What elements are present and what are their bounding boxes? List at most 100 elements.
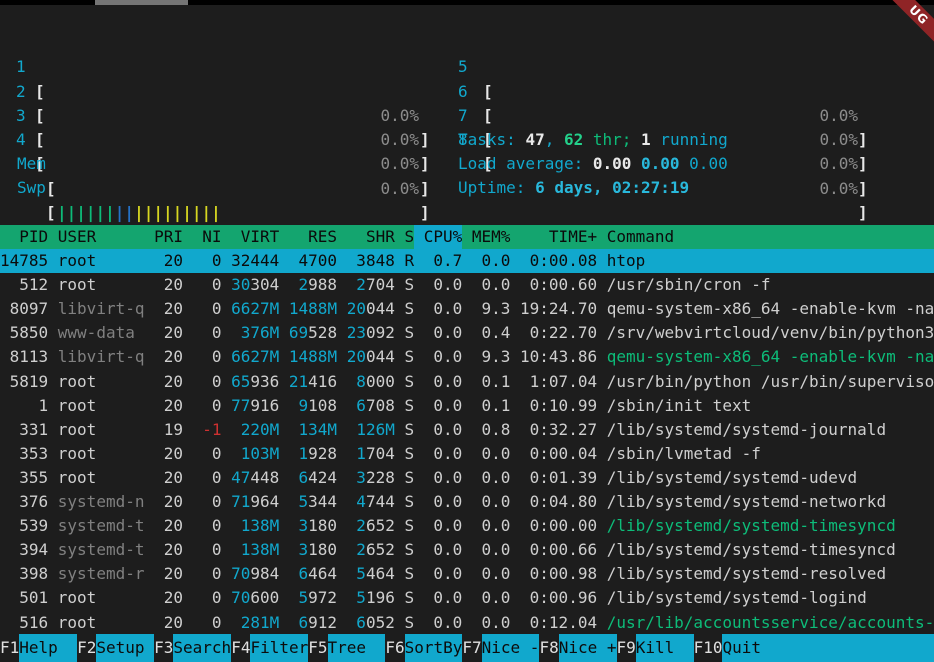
ni-value: 0 xyxy=(212,540,222,559)
shr-mb-part: 8 xyxy=(356,372,366,391)
time-cell: 1:07.04 xyxy=(520,370,597,394)
column-pid[interactable]: PID xyxy=(0,225,48,249)
ni-cell: 0 xyxy=(193,297,222,321)
process-row[interactable]: 331 root 19 -1 220M 134M 126M S 0.0 0.8 … xyxy=(0,418,934,442)
res-kb-part: 988 xyxy=(308,275,337,294)
meter-close-bracket: ] xyxy=(858,177,868,201)
mem-cell: 0.0 xyxy=(472,490,511,514)
process-row[interactable]: 398 systemd-r 20 0 70984 6464 5464 S 0.0… xyxy=(0,562,934,586)
ni-cell: 0 xyxy=(193,370,222,394)
htop-terminal-screen: UG 1 [ 0.0% ] 2 [ 0.0% ] 3 [ 0.0% ] xyxy=(0,0,934,662)
res-kb-part: 180 xyxy=(308,516,337,535)
user-cell: libvirt-q xyxy=(58,297,145,321)
mem-cell: 9.3 xyxy=(472,297,511,321)
fn-key[interactable]: F10 xyxy=(694,634,723,662)
mem-cell: 0.1 xyxy=(472,394,511,418)
column-time[interactable]: TIME+ xyxy=(520,225,597,249)
ni-cell: -1 xyxy=(193,418,222,442)
res-cell: 2988 xyxy=(289,273,337,297)
column-cpu-sort-active[interactable]: CPU% xyxy=(414,225,462,249)
process-row[interactable]: 376 systemd-n 20 0 71964 5344 4744 S 0.0… xyxy=(0,490,934,514)
fn-action[interactable]: Help xyxy=(19,634,77,662)
column-virt[interactable]: VIRT xyxy=(231,225,279,249)
column-shr[interactable]: SHR xyxy=(347,225,395,249)
ni-value: 0 xyxy=(212,372,222,391)
pri-cell: 20 xyxy=(154,586,183,610)
column-pri[interactable]: PRI xyxy=(154,225,183,249)
shr-kb-part: 848 xyxy=(366,251,395,270)
process-row[interactable]: 5850 www-data 20 0 376M 69528 23092 S 0.… xyxy=(0,321,934,345)
ni-value: 0 xyxy=(212,492,222,511)
virt-cell: 376M xyxy=(231,321,279,345)
process-row[interactable]: 8097 libvirt-q 20 0 6627M 1488M 20044 S … xyxy=(0,297,934,321)
state-cell: S xyxy=(404,611,414,635)
res-cell: 1488M xyxy=(289,345,337,369)
fn-action[interactable]: Tree xyxy=(328,634,386,662)
fn-action[interactable]: Nice + xyxy=(559,634,617,662)
virt-cell: 6627M xyxy=(231,297,279,321)
cpu-meter: 7 [ 0.0% ] xyxy=(0,80,934,104)
pid-cell: 8113 xyxy=(0,345,48,369)
shr-cell: 8000 xyxy=(347,370,395,394)
column-ni[interactable]: NI xyxy=(193,225,222,249)
shr-cell: 20044 xyxy=(347,345,395,369)
shr-kb-part: 052 xyxy=(366,613,395,632)
fn-key[interactable]: F6 xyxy=(385,634,404,662)
process-row[interactable]: 5819 root 20 0 65936 21416 8000 S 0.0 0.… xyxy=(0,370,934,394)
browser-tab[interactable] xyxy=(95,0,188,5)
process-row[interactable]: 539 systemd-t 20 0 138M 3180 2652 S 0.0 … xyxy=(0,514,934,538)
res-kb-part: 912 xyxy=(308,613,337,632)
process-row[interactable]: 1 root 20 0 77916 9108 6708 S 0.0 0.1 0:… xyxy=(0,394,934,418)
fn-action[interactable]: Search xyxy=(173,634,231,662)
load-5min: 0.00 xyxy=(641,154,680,173)
fn-key[interactable]: F2 xyxy=(77,634,96,662)
process-row[interactable]: 353 root 20 0 103M 1928 1704 S 0.0 0.0 0… xyxy=(0,442,934,466)
virt-mb-part: 30 xyxy=(231,275,250,294)
process-row[interactable]: 516 root 20 0 281M 6912 6052 S 0.0 0.0 0… xyxy=(0,611,934,635)
virt-cell: 30304 xyxy=(231,273,279,297)
cpu-meter: 6 [ 0.0% ] xyxy=(0,55,934,79)
state-cell: S xyxy=(404,345,414,369)
virt-mb-part: 47 xyxy=(231,468,250,487)
res-cell: 1928 xyxy=(289,442,337,466)
column-user[interactable]: USER xyxy=(58,225,145,249)
column-state[interactable]: S xyxy=(404,225,414,249)
fn-action[interactable]: Nice - xyxy=(482,634,540,662)
process-row[interactable]: 501 root 20 0 70600 5972 5196 S 0.0 0.0 … xyxy=(0,586,934,610)
pri-cell: 20 xyxy=(154,297,183,321)
fn-key[interactable]: F9 xyxy=(617,634,636,662)
fn-action[interactable]: Filter xyxy=(250,634,308,662)
user-cell: www-data xyxy=(58,321,145,345)
column-res[interactable]: RES xyxy=(289,225,337,249)
fn-key[interactable]: F1 xyxy=(0,634,19,662)
shr-mb-part: 126M xyxy=(356,420,395,439)
fn-action[interactable]: Kill xyxy=(636,634,694,662)
process-row[interactable]: 394 systemd-t 20 0 138M 3180 2652 S 0.0 … xyxy=(0,538,934,562)
state-cell: S xyxy=(404,321,414,345)
process-row[interactable]: 512 root 20 0 30304 2988 2704 S 0.0 0.0 … xyxy=(0,273,934,297)
fn-key[interactable]: F5 xyxy=(308,634,327,662)
column-mem[interactable]: MEM% xyxy=(472,225,511,249)
pri-cell: 20 xyxy=(154,562,183,586)
fn-action[interactable]: Quit xyxy=(722,634,934,662)
cpu-cell: 0.0 xyxy=(414,273,462,297)
virt-cell: 220M xyxy=(231,418,279,442)
cpu-cell: 0.0 xyxy=(414,586,462,610)
res-mb-part: 5 xyxy=(299,588,309,607)
fn-key[interactable]: F8 xyxy=(539,634,558,662)
fn-key[interactable]: F7 xyxy=(462,634,481,662)
process-row[interactable]: 355 root 20 0 47448 6424 3228 S 0.0 0.0 … xyxy=(0,466,934,490)
fn-action[interactable]: Setup xyxy=(96,634,154,662)
fn-key[interactable]: F4 xyxy=(231,634,250,662)
shr-mb-part: 20 xyxy=(347,299,366,318)
process-row[interactable]: 8113 libvirt-q 20 0 6627M 1488M 20044 S … xyxy=(0,345,934,369)
res-cell: 6464 xyxy=(289,562,337,586)
fn-action[interactable]: SortBy xyxy=(405,634,463,662)
pri-cell: 19 xyxy=(154,418,183,442)
cpu-cell: 0.0 xyxy=(414,514,462,538)
process-row[interactable]: 14785 root 20 0 32444 4700 3848 R 0.7 0.… xyxy=(0,249,934,273)
ni-value: 0 xyxy=(212,299,222,318)
column-command[interactable]: Command xyxy=(607,225,934,249)
fn-key[interactable]: F3 xyxy=(154,634,173,662)
meter-close-bracket: ] xyxy=(420,177,430,201)
